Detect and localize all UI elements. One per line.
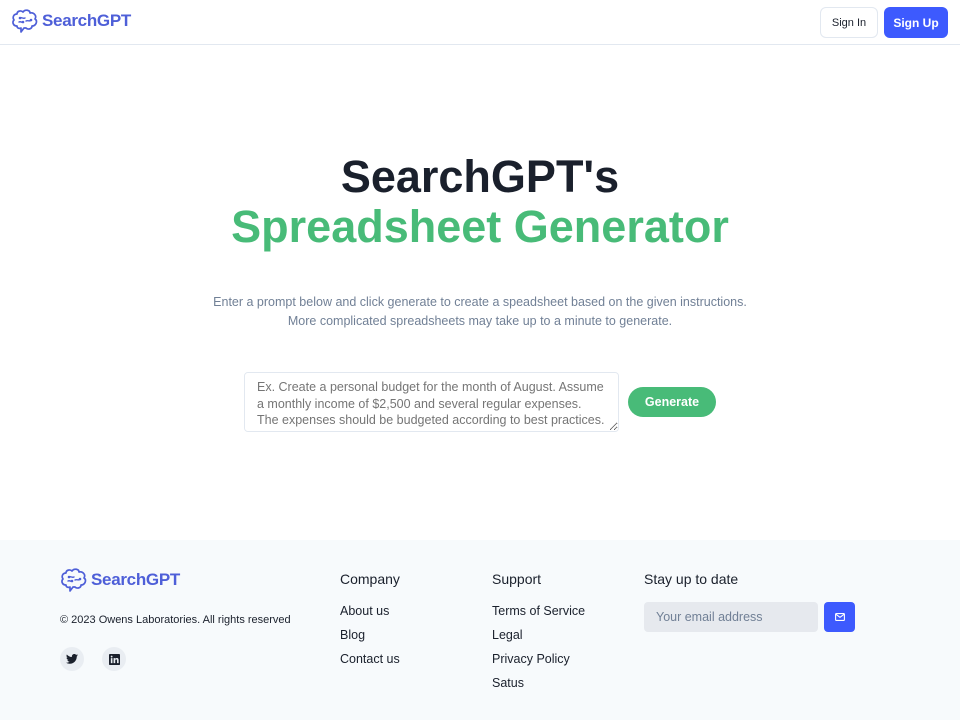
subscribe-button[interactable] [824,602,855,632]
hero-title: SearchGPT's [340,151,620,202]
footer-link-status[interactable]: Satus [492,676,524,690]
twitter-icon [66,654,78,664]
hero-subtitle: Spreadsheet Generator [231,201,729,252]
mail-icon [834,613,845,621]
top-navbar: SearchGPT Sign In Sign Up [0,0,960,45]
brand-logo[interactable]: SearchGPT [11,8,131,34]
footer-link-contact-us[interactable]: Contact us [340,652,400,666]
footer-link-blog[interactable]: Blog [340,628,365,642]
linkedin-icon [108,653,120,665]
newsletter-heading: Stay up to date [644,571,739,587]
footer-brand-logo[interactable]: SearchGPT [60,567,180,593]
footer-link-about-us[interactable]: About us [340,604,389,618]
company-heading: Company [340,571,400,587]
footer-link-privacy[interactable]: Privacy Policy [492,652,570,666]
email-field[interactable] [644,602,818,632]
prompt-input[interactable] [244,372,619,432]
footer-link-legal[interactable]: Legal [492,628,523,642]
linkedin-link[interactable] [102,647,126,671]
brain-icon [61,568,87,592]
copyright-text: © 2023 Owens Laboratories. All rights re… [60,614,291,626]
sign-up-button[interactable]: Sign Up [884,7,948,38]
brain-icon [12,9,38,33]
support-heading: Support [492,571,542,587]
footer-logo-text: SearchGPT [91,570,180,589]
brand-logo-text: SearchGPT [42,11,131,30]
twitter-link[interactable] [60,647,84,671]
hero-description: Enter a prompt below and click generate … [213,295,747,328]
footer-link-terms[interactable]: Terms of Service [492,604,585,618]
sign-in-button[interactable]: Sign In [820,7,878,38]
generate-button[interactable]: Generate [628,387,716,417]
footer: SearchGPT © 2023 Owens Laboratories. All… [0,540,960,720]
